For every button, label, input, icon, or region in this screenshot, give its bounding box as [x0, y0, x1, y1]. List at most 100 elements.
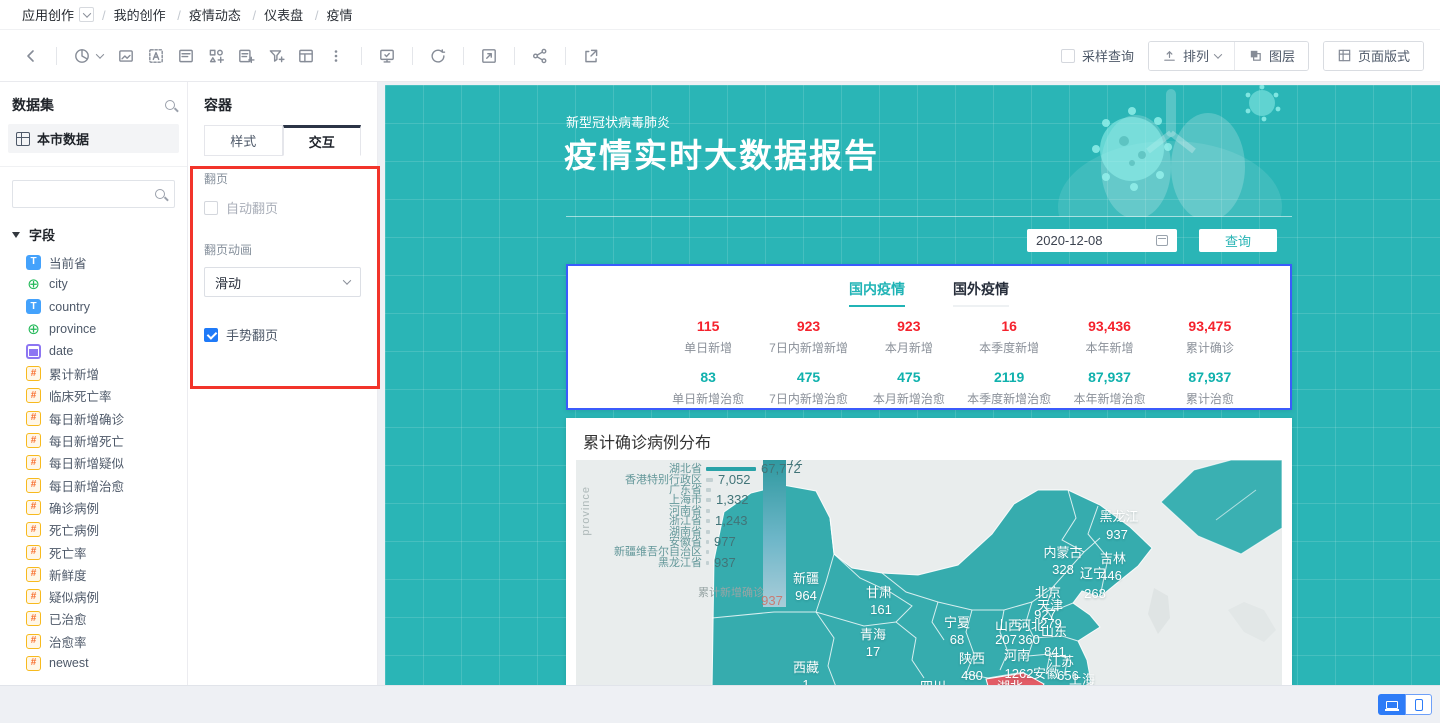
device-preview-toggle[interactable]	[1378, 694, 1432, 715]
sampling-query-checkbox[interactable]: 采样查询	[1061, 46, 1134, 65]
checkbox-checked-icon[interactable]	[204, 328, 218, 342]
dashboard-canvas[interactable]: 新型冠状病毒肺炎 疫情实时大数据报告 2020-12-08 查询 国内疫情 国外…	[385, 85, 1440, 685]
bar-province-label: 浙江省	[576, 516, 702, 526]
card-icon[interactable]	[171, 41, 201, 71]
form-add-icon[interactable]	[231, 41, 261, 71]
field-item[interactable]: newest	[0, 652, 187, 674]
field-type-icon	[26, 611, 41, 626]
fields-section-label: 字段	[29, 225, 55, 244]
mobile-toggle-button[interactable]	[1405, 694, 1432, 715]
search-icon[interactable]	[165, 100, 175, 110]
stat-item: 93,475 累计确诊	[1160, 318, 1260, 356]
chart-icon[interactable]	[67, 41, 97, 71]
arrange-button[interactable]: 排列	[1149, 42, 1234, 70]
breadcrumb-app-menu[interactable]: 应用创作	[22, 5, 94, 24]
field-type-icon	[26, 299, 41, 314]
breadcrumb-item[interactable]: 疫情	[326, 8, 352, 23]
tab-style[interactable]: 样式	[204, 125, 283, 156]
field-item[interactable]: 新鲜度	[0, 563, 187, 585]
field-item[interactable]: 当前省	[0, 251, 187, 273]
desktop-toggle-button[interactable]	[1378, 694, 1405, 715]
map-province-label: 937	[761, 594, 783, 607]
fields-section-header[interactable]: 字段	[0, 208, 187, 251]
checkbox-icon[interactable]	[204, 201, 218, 215]
field-item[interactable]: province	[0, 318, 187, 340]
field-search-input[interactable]	[12, 180, 175, 208]
breadcrumb-item[interactable]: 我的创作	[114, 8, 166, 23]
dataset-item[interactable]: 本市数据	[8, 124, 179, 153]
auto-paging-checkbox[interactable]: 自动翻页	[204, 198, 361, 217]
map-province-label: 甘肃	[866, 586, 892, 599]
date-picker[interactable]: 2020-12-08	[1027, 229, 1177, 252]
map-widget[interactable]: 累计确诊病例分布	[566, 418, 1292, 685]
province-bar-chart: 湖北省 67,772 香港特别行政区 7,052	[576, 464, 806, 568]
preview-icon[interactable]	[372, 41, 402, 71]
field-item[interactable]: 确诊病例	[0, 496, 187, 518]
fullscreen-icon[interactable]	[474, 41, 504, 71]
table-icon[interactable]	[291, 41, 321, 71]
map-province-label: 内蒙古	[1043, 546, 1082, 559]
bar-row: 上海市 1,332	[576, 495, 806, 505]
field-item[interactable]: 疑似病例	[0, 585, 187, 607]
field-item[interactable]: country	[0, 296, 187, 318]
field-item[interactable]: 累计新增	[0, 362, 187, 384]
export-icon[interactable]	[576, 41, 606, 71]
breadcrumb-separator: /	[253, 8, 257, 23]
field-item[interactable]: 每日新增确诊	[0, 407, 187, 429]
field-label: 死亡病例	[49, 520, 99, 539]
china-map-chart[interactable]: province 湖北省 67,772 香港特别行政区	[576, 460, 1282, 685]
field-item[interactable]: 每日新增治愈	[0, 474, 187, 496]
filter-add-icon[interactable]	[261, 41, 291, 71]
tab-interaction[interactable]: 交互	[283, 125, 362, 156]
field-type-icon	[26, 500, 41, 515]
layers-button[interactable]: 图层	[1234, 42, 1308, 70]
query-button[interactable]: 查询	[1199, 229, 1277, 252]
field-item[interactable]: 已治愈	[0, 608, 187, 630]
share-icon[interactable]	[525, 41, 555, 71]
image-icon[interactable]	[111, 41, 141, 71]
map-province-label: 161	[870, 603, 892, 616]
field-item[interactable]: city	[0, 273, 187, 295]
bar	[706, 540, 709, 544]
field-item[interactable]: 死亡病例	[0, 519, 187, 541]
breadcrumb-item[interactable]: 疫情动态	[189, 8, 241, 23]
field-item[interactable]: 治愈率	[0, 630, 187, 652]
checkbox-icon[interactable]	[1061, 49, 1075, 63]
back-icon[interactable]	[16, 41, 46, 71]
tab-foreign[interactable]: 国外疫情	[953, 279, 1009, 307]
page-layout-label: 页面版式	[1358, 46, 1410, 65]
stat-item: 87,937 累计治愈	[1160, 369, 1260, 407]
stats-container-widget[interactable]: 国内疫情 国外疫情 115 单日新增 923 7日内新增新增	[566, 264, 1292, 410]
refresh-icon[interactable]	[423, 41, 453, 71]
page-layout-icon	[1337, 48, 1352, 63]
chart-dropdown-icon[interactable]	[96, 50, 104, 58]
field-label: 每日新增治愈	[49, 476, 124, 495]
field-item[interactable]: 死亡率	[0, 541, 187, 563]
arrange-icon	[1162, 48, 1177, 63]
toolbar: 采样查询 排列 图层 页面版式	[0, 30, 1440, 82]
gesture-paging-checkbox[interactable]: 手势翻页	[204, 325, 361, 344]
chevron-down-icon	[343, 276, 351, 284]
field-label: province	[49, 322, 96, 336]
layers-icon	[1248, 48, 1263, 63]
field-type-icon	[26, 411, 41, 426]
field-label: 已治愈	[49, 609, 87, 628]
page-layout-button[interactable]: 页面版式	[1324, 42, 1423, 70]
field-label: 每日新增死亡	[49, 431, 124, 450]
field-item[interactable]: 临床死亡率	[0, 385, 187, 407]
bar-value: 1,332	[716, 495, 749, 505]
bar-province-label: 黑龙江省	[576, 558, 702, 568]
chevron-down-icon[interactable]	[79, 7, 94, 22]
more-icon[interactable]	[321, 41, 351, 71]
field-item[interactable]: 每日新增疑似	[0, 452, 187, 474]
field-item[interactable]: date	[0, 340, 187, 362]
paging-animation-select[interactable]: 滑动	[204, 267, 361, 297]
field-type-icon	[26, 656, 41, 671]
text-icon[interactable]	[141, 41, 171, 71]
widget-add-icon[interactable]	[201, 41, 231, 71]
field-item[interactable]: 每日新增死亡	[0, 429, 187, 451]
stat-label: 本季度新增治愈	[959, 390, 1059, 407]
field-label: 每日新增疑似	[49, 453, 124, 472]
breadcrumb-item[interactable]: 仪表盘	[264, 8, 303, 23]
tab-domestic[interactable]: 国内疫情	[849, 279, 905, 307]
